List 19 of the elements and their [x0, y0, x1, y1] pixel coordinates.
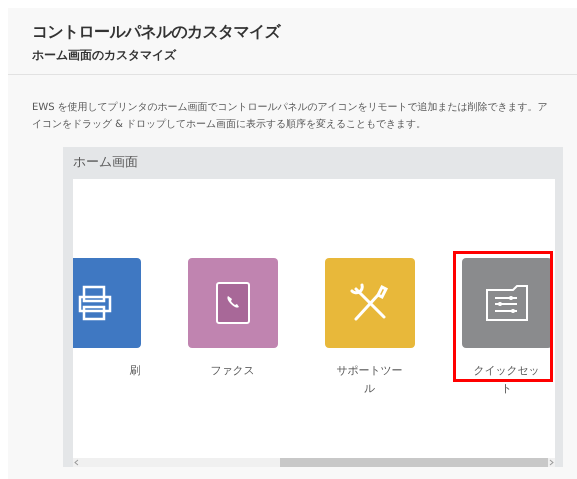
page-title: コントロールパネルのカスタマイズ: [32, 22, 282, 43]
tile-label: ファクス: [210, 363, 256, 379]
scroll-left-icon[interactable]: [73, 459, 80, 466]
panel-title: ホーム画面: [73, 154, 139, 172]
app-tile[interactable]: [188, 258, 278, 348]
phone-card-icon: [214, 281, 250, 325]
tile-label: サポートツール: [336, 363, 404, 397]
horizontal-scrollbar[interactable]: [73, 458, 555, 467]
scroll-right-icon[interactable]: [548, 459, 555, 466]
printer-icon: [78, 283, 114, 323]
app-tile[interactable]: [73, 258, 140, 348]
description-text: EWS を使用してプリンタのホーム画面でコントロールパネルのアイコンをリモートで追加または削除できます。アイコンをドラッグ & ドロップしてホーム画面に表示する順序を変えることもできます。: [31, 100, 549, 132]
tile-label: 刷: [128, 363, 140, 379]
scrollbar-thumb[interactable]: [280, 458, 548, 467]
tile-label: クイックセット: [472, 363, 540, 397]
section-subtitle: ホーム画面のカスタマイズ: [32, 47, 178, 64]
app-tile[interactable]: [462, 258, 552, 348]
slider-folder-icon: [484, 284, 528, 322]
app-tile[interactable]: [324, 258, 414, 348]
